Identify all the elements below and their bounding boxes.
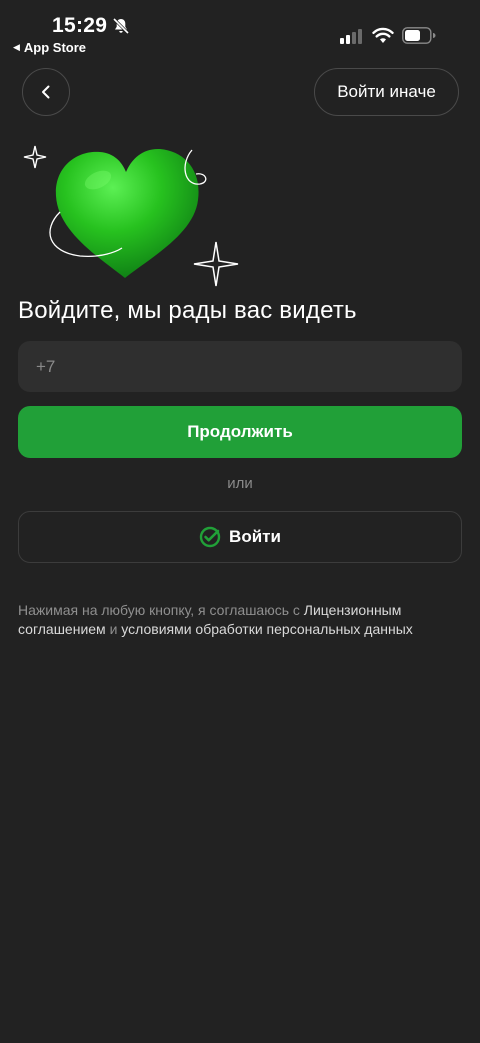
green-heart-icon	[55, 148, 199, 278]
hero-illustration	[23, 145, 239, 287]
legal-text-part2: и	[105, 621, 122, 637]
sber-login-label: Войти	[229, 527, 281, 546]
status-bar: 15:29 ◀ App Store	[0, 0, 480, 60]
chevron-left-icon	[42, 85, 50, 99]
cellular-signal-icon	[340, 29, 362, 44]
alt-login-button[interactable]: Войти иначе	[314, 68, 459, 116]
back-app-label: App Store	[23, 40, 87, 55]
wifi-icon	[372, 27, 394, 43]
bell-off-icon	[112, 17, 130, 35]
status-time: 15:29	[52, 14, 108, 37]
battery-icon	[402, 27, 436, 44]
sparkle-icon	[23, 145, 47, 169]
privacy-terms-link[interactable]: условиями обработки персональных данных	[121, 621, 413, 637]
or-divider: или	[227, 475, 253, 492]
page-title: Войдите, мы рады вас видеть	[18, 297, 357, 324]
sparkle-icon	[193, 241, 239, 287]
sber-check-icon	[199, 526, 221, 548]
back-to-app-store[interactable]: ◀ App Store	[13, 40, 86, 55]
sber-login-button[interactable]: Войти	[18, 511, 462, 563]
phone-input[interactable]	[18, 341, 462, 392]
back-button[interactable]	[22, 68, 70, 116]
legal-text-part1: Нажимая на любую кнопку, я соглашаюсь с	[18, 602, 304, 618]
back-triangle-icon: ◀	[13, 42, 20, 52]
legal-text: Нажимая на любую кнопку, я соглашаюсь с …	[18, 601, 462, 639]
continue-button[interactable]: Продолжить	[18, 406, 462, 458]
